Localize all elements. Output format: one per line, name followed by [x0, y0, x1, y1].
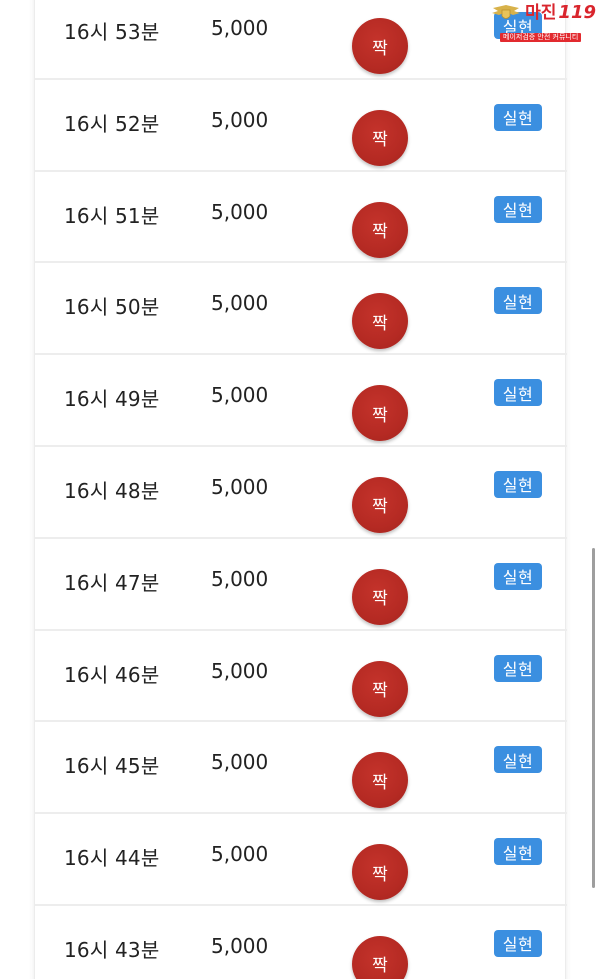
round-time: 16시 51분 [64, 203, 160, 228]
result-ball: 짝 [352, 844, 408, 901]
bet-amount: 5,000 [211, 566, 269, 591]
status-badge: 실현 [494, 562, 542, 590]
bet-history-card: 16시 53분 5,000 짝 실현 16시 52분 5,000 짝 실현 16… [34, 0, 567, 979]
list-item[interactable]: 16시 44분 5,000 짝 실현 [35, 814, 567, 906]
bet-amount: 5,000 [211, 474, 269, 499]
result-ball: 짝 [352, 752, 408, 809]
round-time: 16시 48분 [64, 478, 160, 503]
bet-amount: 5,000 [211, 291, 269, 316]
round-time: 16시 45분 [64, 754, 160, 779]
scrollbar[interactable] [592, 548, 595, 888]
result-ball: 짝 [352, 476, 408, 533]
list-item[interactable]: 16시 49분 5,000 짝 실현 [35, 355, 567, 447]
list-item[interactable]: 16시 50분 5,000 짝 실현 [35, 263, 567, 356]
round-time: 16시 46분 [64, 662, 160, 687]
bet-amount: 5,000 [211, 383, 269, 408]
status-badge: 실현 [494, 287, 542, 315]
result-ball: 짝 [352, 935, 408, 979]
round-time: 16시 50분 [64, 295, 160, 320]
bet-amount: 5,000 [211, 933, 269, 958]
round-time: 16시 49분 [64, 387, 160, 412]
page: 16시 53분 5,000 짝 실현 16시 52분 5,000 짝 실현 16… [0, 0, 600, 979]
bet-amount: 5,000 [211, 199, 269, 224]
bet-amount: 5,000 [211, 750, 269, 775]
status-badge: 실현 [494, 470, 542, 498]
result-ball: 짝 [352, 660, 408, 717]
bet-amount: 5,000 [211, 842, 269, 867]
list-item[interactable]: 16시 46분 5,000 짝 실현 [35, 631, 567, 723]
result-ball: 짝 [352, 568, 408, 625]
result-ball: 짝 [352, 109, 408, 166]
bet-amount: 5,000 [211, 658, 269, 683]
round-time: 16시 44분 [64, 846, 160, 871]
result-ball: 짝 [352, 293, 408, 350]
list-item[interactable]: 16시 47분 5,000 짝 실현 [35, 539, 567, 631]
round-time: 16시 53분 [64, 20, 160, 44]
result-ball: 짝 [352, 201, 408, 258]
list-item[interactable]: 16시 43분 5,000 짝 실현 [35, 906, 567, 979]
bet-history-list: 16시 53분 5,000 짝 실현 16시 52분 5,000 짝 실현 16… [35, 0, 567, 979]
round-time: 16시 47분 [64, 570, 160, 595]
bet-amount: 5,000 [211, 16, 269, 40]
list-item[interactable]: 16시 52분 5,000 짝 실현 [35, 80, 567, 172]
status-badge: 실현 [494, 103, 542, 131]
list-item[interactable]: 16시 51분 5,000 짝 실현 [35, 172, 567, 264]
status-badge: 실현 [494, 838, 542, 866]
round-time: 16시 52분 [64, 111, 160, 136]
result-ball: 짝 [352, 385, 408, 442]
result-ball: 짝 [352, 18, 408, 74]
round-time: 16시 43분 [64, 937, 160, 962]
status-badge: 실현 [494, 929, 542, 957]
status-badge: 실현 [494, 12, 542, 39]
status-badge: 실현 [494, 746, 542, 774]
list-item[interactable]: 16시 53분 5,000 짝 실현 [35, 0, 567, 80]
status-badge: 실현 [494, 654, 542, 682]
bet-amount: 5,000 [211, 107, 269, 132]
list-item[interactable]: 16시 48분 5,000 짝 실현 [35, 447, 567, 539]
status-badge: 실현 [494, 195, 542, 223]
status-badge: 실현 [494, 379, 542, 407]
list-item[interactable]: 16시 45분 5,000 짝 실현 [35, 722, 567, 815]
